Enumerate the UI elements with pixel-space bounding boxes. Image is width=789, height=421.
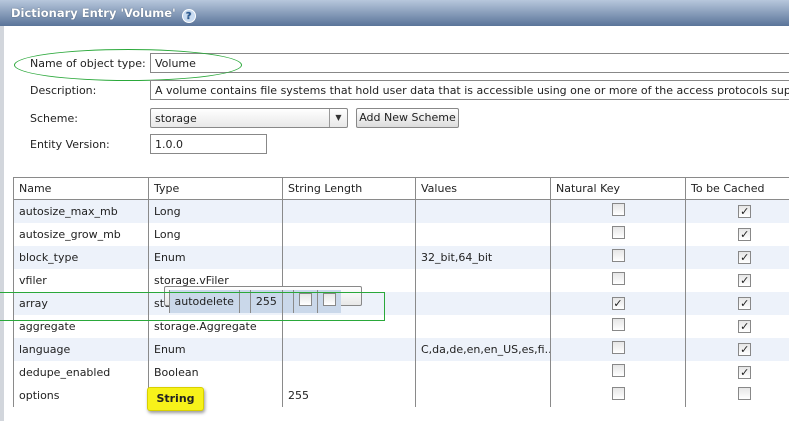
cell-cached: ✓ bbox=[685, 337, 789, 361]
version-label: Entity Version: bbox=[30, 138, 110, 151]
add-new-scheme-button[interactable]: Add New Scheme bbox=[356, 108, 459, 128]
natural-key-checkbox[interactable]: ✓ bbox=[611, 296, 625, 310]
cached-checkbox[interactable]: ✓ bbox=[738, 250, 752, 264]
cell-length bbox=[282, 337, 416, 361]
table-row[interactable]: dedupe_enabled Boolean ✓ bbox=[13, 360, 789, 384]
cell-values bbox=[415, 199, 551, 223]
cell-cached: ✓ bbox=[685, 199, 789, 223]
cell-values bbox=[415, 291, 551, 315]
table-row[interactable]: optionsString255 bbox=[13, 383, 789, 407]
cell-cached: ✓ bbox=[685, 268, 789, 292]
cached-checkbox[interactable]: ✓ bbox=[738, 273, 752, 287]
scheme-select[interactable]: storage ▼ bbox=[150, 108, 348, 128]
column-header[interactable]: Natural Key bbox=[550, 177, 686, 200]
cell-name: autosize_grow_mb bbox=[13, 222, 149, 246]
cached-checkbox[interactable]: ✓ bbox=[738, 365, 752, 379]
dialog-title: Dictionary Entry 'Volume' bbox=[11, 6, 176, 20]
cached-checkbox[interactable]: ✓ bbox=[738, 319, 752, 333]
cell-values bbox=[415, 360, 551, 384]
cell-natural_key bbox=[550, 383, 686, 407]
cell-type: Long bbox=[148, 222, 283, 246]
natural-key-checkbox[interactable] bbox=[611, 341, 625, 354]
dialog-title-bar: Dictionary Entry 'Volume'? bbox=[0, 0, 789, 26]
column-header[interactable]: Type bbox=[148, 177, 283, 200]
column-header[interactable]: Values bbox=[415, 177, 551, 200]
cached-checkbox[interactable] bbox=[738, 387, 752, 400]
cell-name: vfiler bbox=[13, 268, 149, 292]
cell-cached: ✓ bbox=[685, 245, 789, 269]
natural-key-checkbox[interactable] bbox=[611, 203, 625, 217]
cell-natural_key bbox=[550, 245, 686, 269]
cell-length bbox=[282, 360, 416, 384]
cell-natural_key bbox=[550, 199, 686, 223]
cell-name: block_type bbox=[13, 245, 149, 269]
cached-checkbox[interactable]: ✓ bbox=[738, 296, 752, 310]
cell-natural_key bbox=[550, 268, 686, 292]
cell-cached bbox=[685, 383, 789, 407]
description-label: Description: bbox=[30, 84, 97, 97]
cell-values bbox=[415, 268, 551, 292]
cell-natural_key bbox=[550, 314, 686, 338]
cell-type: Enum bbox=[148, 337, 283, 361]
cell-cached: ✓ bbox=[685, 360, 789, 384]
cell-type: Boolean bbox=[148, 360, 283, 384]
natural-key-checkbox[interactable] bbox=[611, 226, 625, 239]
column-header[interactable]: String Length bbox=[282, 177, 416, 200]
natural-key-checkbox[interactable] bbox=[611, 364, 625, 377]
cell-natural_key bbox=[550, 360, 686, 384]
cell-length bbox=[282, 199, 416, 223]
scheme-value: storage bbox=[155, 112, 197, 125]
natural-key-checkbox[interactable] bbox=[611, 318, 625, 331]
table-row[interactable]: autosize_max_mb Long ✓ bbox=[13, 199, 789, 223]
help-icon[interactable]: ? bbox=[181, 9, 196, 23]
table-row[interactable]: language Enum C,da,de,en,en_US,es,fi... ✓ bbox=[13, 337, 789, 361]
cell-type: Long bbox=[148, 199, 283, 223]
natural-key-checkbox[interactable] bbox=[611, 387, 625, 400]
cell-name: options bbox=[13, 383, 149, 407]
cell-values: C,da,de,en,en_US,es,fi... bbox=[415, 337, 551, 361]
chevron-down-icon[interactable]: ▼ bbox=[329, 109, 347, 127]
cell-values: 32_bit,64_bit bbox=[415, 245, 551, 269]
cell-name: language bbox=[13, 337, 149, 361]
highlight-rectangle bbox=[0, 292, 385, 321]
cached-checkbox[interactable]: ✓ bbox=[738, 227, 752, 241]
cell-values bbox=[415, 383, 551, 407]
cell-values bbox=[415, 314, 551, 338]
natural-key-checkbox[interactable] bbox=[611, 272, 625, 285]
cached-checkbox[interactable]: ✓ bbox=[738, 204, 752, 218]
table-row[interactable]: vfiler storage.vFiler ✓ bbox=[13, 268, 789, 292]
cell-name: dedupe_enabled bbox=[13, 360, 149, 384]
cell-length bbox=[282, 245, 416, 269]
cell-natural_key bbox=[550, 222, 686, 246]
cell-values bbox=[415, 222, 551, 246]
natural-key-checkbox[interactable] bbox=[611, 249, 625, 262]
column-header[interactable]: Name bbox=[13, 177, 149, 200]
cell-natural_key bbox=[550, 337, 686, 361]
cell-name: autosize_max_mb bbox=[13, 199, 149, 223]
left-edge bbox=[0, 26, 4, 421]
highlight-ellipse bbox=[14, 49, 242, 81]
version-input[interactable]: 1.0.0 bbox=[150, 134, 267, 154]
table-row[interactable]: autosize_grow_mb Long ✓ bbox=[13, 222, 789, 246]
column-header[interactable]: To be Cached bbox=[685, 177, 789, 200]
description-input[interactable]: A volume contains file systems that hold… bbox=[150, 80, 789, 100]
cell-length: 255 bbox=[282, 383, 416, 407]
table-row[interactable]: block_type Enum 32_bit,64_bit ✓ bbox=[13, 245, 789, 269]
cached-checkbox[interactable]: ✓ bbox=[738, 342, 752, 356]
type-tooltip: String bbox=[147, 387, 204, 411]
cell-type: Enum bbox=[148, 245, 283, 269]
scheme-label: Scheme: bbox=[30, 112, 78, 125]
cell-natural_key: ✓ bbox=[550, 291, 686, 315]
cell-cached: ✓ bbox=[685, 291, 789, 315]
name-input[interactable]: Volume bbox=[150, 53, 789, 73]
cell-cached: ✓ bbox=[685, 314, 789, 338]
cell-cached: ✓ bbox=[685, 222, 789, 246]
cell-length bbox=[282, 222, 416, 246]
